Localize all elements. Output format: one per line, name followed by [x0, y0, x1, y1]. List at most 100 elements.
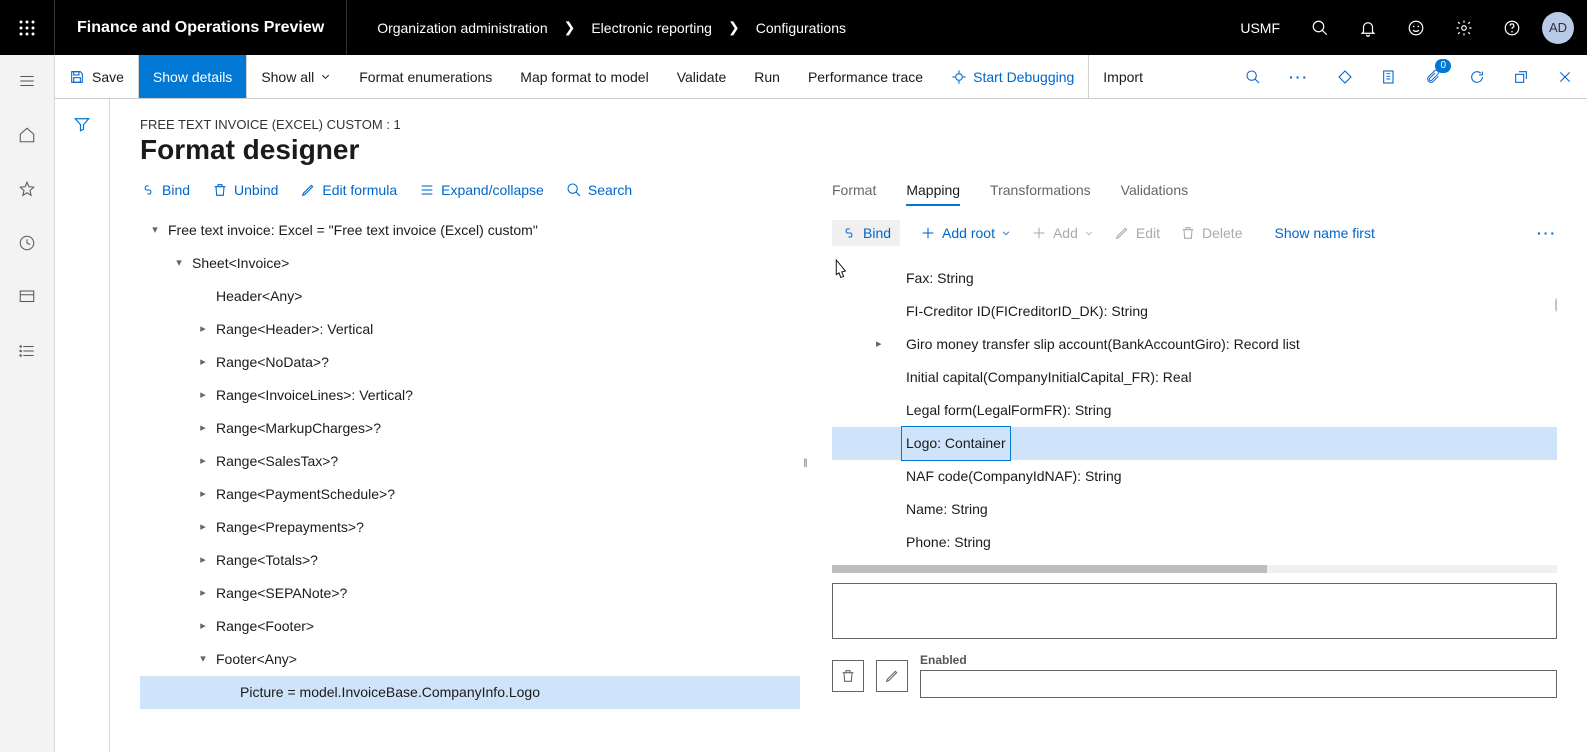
breadcrumb-item[interactable]: Configurations	[756, 20, 846, 36]
mapping-list[interactable]: Fax: StringFI-Creditor ID(FICreditorID_D…	[832, 262, 1557, 559]
tree-row[interactable]: Picture = model.InvoiceBase.CompanyInfo.…	[140, 676, 800, 709]
tree-row[interactable]: ▸Range<SalesTax>?	[140, 445, 800, 478]
mapping-tabs: Format Mapping Transformations Validatio…	[832, 182, 1557, 206]
tree-row[interactable]: ▸Range<Footer>	[140, 610, 800, 643]
caret-right-icon[interactable]: ▸	[194, 313, 212, 346]
nav-hamburger-button[interactable]	[7, 65, 47, 97]
help-button[interactable]	[1488, 0, 1536, 55]
tab-mapping[interactable]: Mapping	[906, 182, 960, 206]
settings-button[interactable]	[1440, 0, 1488, 55]
legal-entity[interactable]: USMF	[1224, 20, 1296, 36]
caret-down-icon[interactable]: ▾	[146, 214, 164, 247]
caret-right-icon[interactable]: ▸	[194, 478, 212, 511]
tree-row[interactable]: ▸Range<NoData>?	[140, 346, 800, 379]
search-action-button[interactable]	[1231, 55, 1275, 98]
mapping-row[interactable]: Logo: Container	[832, 427, 1557, 460]
save-button[interactable]: Save	[55, 55, 138, 98]
horizontal-scrollbar[interactable]	[832, 565, 1557, 573]
delete-detail-button[interactable]	[832, 660, 864, 692]
caret-right-icon[interactable]: ▸	[194, 511, 212, 544]
nav-workspaces-button[interactable]	[7, 281, 47, 313]
enabled-input[interactable]	[920, 670, 1557, 698]
mapping-row[interactable]: Name: String	[832, 493, 1557, 526]
avatar[interactable]: AD	[1542, 12, 1574, 44]
tree-row[interactable]: ▸Range<SEPANote>?	[140, 577, 800, 610]
show-all-button[interactable]: Show all	[247, 55, 345, 98]
nav-recent-button[interactable]	[7, 227, 47, 259]
tree-row[interactable]: Header<Any>	[140, 280, 800, 313]
caret-right-icon[interactable]: ▸	[194, 544, 212, 577]
tree-row[interactable]: ▸Range<Prepayments>?	[140, 511, 800, 544]
mapping-row[interactable]: Legal form(LegalFormFR): String	[832, 394, 1557, 427]
notifications-button[interactable]	[1344, 0, 1392, 55]
run-button[interactable]: Run	[740, 55, 794, 98]
caret-right-icon[interactable]: ▸	[194, 445, 212, 478]
office-addin-button[interactable]	[1323, 55, 1367, 98]
popout-button[interactable]	[1499, 55, 1543, 98]
splitter-handle[interactable]: ||	[800, 182, 810, 752]
close-button[interactable]	[1543, 55, 1587, 98]
filter-button[interactable]	[73, 115, 91, 752]
show-name-first-button[interactable]: Show name first	[1274, 225, 1374, 241]
caret-right-icon[interactable]: ▸	[194, 379, 212, 412]
nav-modules-button[interactable]	[7, 335, 47, 367]
tab-transformations[interactable]: Transformations	[990, 182, 1091, 206]
detail-box-binding[interactable]	[832, 583, 1557, 639]
feedback-button[interactable]	[1392, 0, 1440, 55]
tree-row[interactable]: ▾Footer<Any>	[140, 643, 800, 676]
tree-row[interactable]: ▸Range<InvoiceLines>: Vertical?	[140, 379, 800, 412]
validate-button[interactable]: Validate	[663, 55, 741, 98]
mapping-more-button[interactable]: ···	[1537, 225, 1557, 241]
tree-row[interactable]: ▸Range<PaymentSchedule>?	[140, 478, 800, 511]
edit-detail-button[interactable]	[876, 660, 908, 692]
performance-trace-button[interactable]: Performance trace	[794, 55, 937, 98]
breadcrumb-item[interactable]: Organization administration	[377, 20, 547, 36]
nav-favorites-button[interactable]	[7, 173, 47, 205]
more-actions-button[interactable]: ···	[1275, 55, 1323, 98]
attachments-button[interactable]: 0	[1411, 55, 1455, 98]
mapping-row[interactable]: Fax: String	[832, 262, 1557, 295]
expand-collapse-button[interactable]: Expand/collapse	[419, 182, 544, 198]
mapping-row[interactable]: ▸Giro money transfer slip account(BankAc…	[832, 328, 1557, 361]
workspace-icon	[18, 288, 36, 306]
vertical-scrollbar[interactable]	[1555, 298, 1557, 312]
tab-validations[interactable]: Validations	[1121, 182, 1188, 206]
tree-row[interactable]: ▾Sheet<Invoice>	[140, 247, 800, 280]
caret-right-icon[interactable]: ▸	[194, 412, 212, 445]
breadcrumb-item[interactable]: Electronic reporting	[591, 20, 712, 36]
mapping-row[interactable]: Phone: String	[832, 526, 1557, 559]
mapping-row[interactable]: FI-Creditor ID(FICreditorID_DK): String	[832, 295, 1557, 328]
map-format-to-model-button[interactable]: Map format to model	[506, 55, 662, 98]
nav-home-button[interactable]	[7, 119, 47, 151]
tree-row[interactable]: ▸Range<MarkupCharges>?	[140, 412, 800, 445]
tree-row[interactable]: ▾Free text invoice: Excel = "Free text i…	[140, 214, 800, 247]
unbind-button[interactable]: Unbind	[212, 182, 278, 198]
tree-row[interactable]: ▸Range<Header>: Vertical	[140, 313, 800, 346]
app-launcher-button[interactable]	[0, 0, 55, 55]
caret-right-icon[interactable]: ▸	[876, 328, 882, 361]
refresh-button[interactable]	[1455, 55, 1499, 98]
tab-format[interactable]: Format	[832, 182, 876, 206]
format-enumerations-button[interactable]: Format enumerations	[345, 55, 506, 98]
caret-right-icon[interactable]: ▸	[194, 610, 212, 643]
mapping-bind-button[interactable]: Bind	[832, 220, 900, 246]
format-tree[interactable]: ▾Free text invoice: Excel = "Free text i…	[140, 214, 800, 752]
edit-formula-button[interactable]: Edit formula	[300, 182, 397, 198]
tree-row[interactable]: ▸Range<Totals>?	[140, 544, 800, 577]
caret-down-icon[interactable]: ▾	[170, 247, 188, 280]
caret-right-icon[interactable]: ▸	[194, 346, 212, 379]
office-export-button[interactable]	[1367, 55, 1411, 98]
add-root-button[interactable]: Add root	[920, 225, 1011, 241]
search-tree-button[interactable]: Search	[566, 182, 632, 198]
bind-button[interactable]: Bind	[140, 182, 190, 198]
search-button[interactable]	[1296, 0, 1344, 55]
start-debugging-button[interactable]: Start Debugging	[937, 55, 1088, 98]
mapping-row[interactable]: NAF code(CompanyIdNAF): String	[832, 460, 1557, 493]
tree-node-label: Range<SalesTax>?	[212, 445, 338, 478]
page-path: FREE TEXT INVOICE (EXCEL) CUSTOM : 1	[140, 117, 1557, 132]
show-details-button[interactable]: Show details	[139, 55, 246, 98]
caret-right-icon[interactable]: ▸	[194, 577, 212, 610]
mapping-row[interactable]: Initial capital(CompanyInitialCapital_FR…	[832, 361, 1557, 394]
import-button[interactable]: Import	[1089, 55, 1157, 98]
caret-down-icon[interactable]: ▾	[194, 643, 212, 676]
